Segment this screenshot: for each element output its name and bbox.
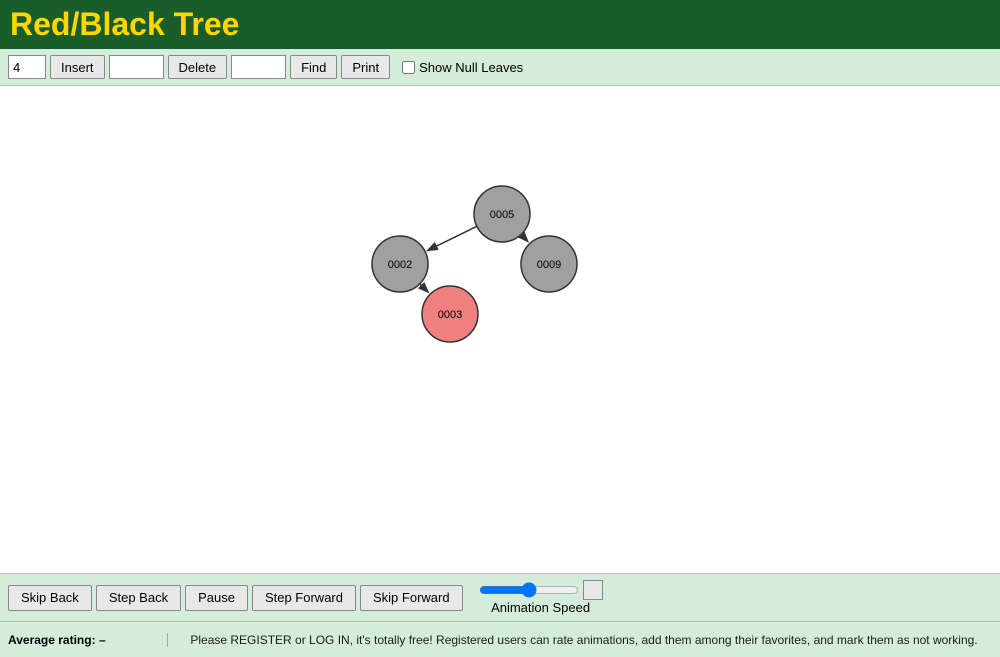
find-input[interactable] — [231, 55, 286, 79]
rating-label: Average rating: — [8, 633, 96, 647]
speed-section: Animation Speed — [479, 580, 603, 615]
skip-back-button[interactable]: Skip Back — [8, 585, 92, 611]
step-back-button[interactable]: Step Back — [96, 585, 181, 611]
print-button[interactable]: Print — [341, 55, 390, 79]
tree-canvas: 0005 0002 0009 0003 — [0, 86, 1000, 573]
speed-slider[interactable] — [479, 582, 579, 598]
show-null-leaves-label[interactable]: Show Null Leaves — [402, 60, 523, 75]
rating-section: Average rating: – — [8, 633, 168, 647]
insert-button[interactable]: Insert — [50, 55, 105, 79]
tree-nodes: 0005 0002 0009 0003 — [372, 186, 577, 342]
speed-indicator — [583, 580, 603, 600]
skip-forward-button[interactable]: Skip Forward — [360, 585, 463, 611]
animation-controls: Skip Back Step Back Pause Step Forward S… — [0, 573, 1000, 621]
app-title: Red/Black Tree — [10, 6, 239, 43]
delete-button[interactable]: Delete — [168, 55, 228, 79]
svg-text:0003: 0003 — [438, 309, 462, 321]
delete-input[interactable] — [109, 55, 164, 79]
footer-info-text: Please REGISTER or LOG IN, it's totally … — [176, 633, 992, 647]
speed-label: Animation Speed — [491, 600, 590, 615]
find-button[interactable]: Find — [290, 55, 337, 79]
svg-text:0002: 0002 — [388, 259, 412, 271]
insert-input[interactable] — [8, 55, 46, 79]
app-header: Red/Black Tree — [0, 0, 1000, 49]
toolbar: Insert Delete Find Print Show Null Leave… — [0, 49, 1000, 86]
footer-info-content: Please REGISTER or LOG IN, it's totally … — [190, 633, 977, 647]
svg-text:0009: 0009 — [537, 259, 561, 271]
svg-text:0005: 0005 — [490, 209, 514, 221]
tree-svg: 0005 0002 0009 0003 — [0, 86, 1000, 573]
show-null-leaves-text: Show Null Leaves — [419, 60, 523, 75]
pause-button[interactable]: Pause — [185, 585, 248, 611]
show-null-leaves-checkbox[interactable] — [402, 61, 415, 74]
rating-value: – — [99, 633, 106, 647]
step-forward-button[interactable]: Step Forward — [252, 585, 356, 611]
footer: Average rating: – Please REGISTER or LOG… — [0, 621, 1000, 657]
